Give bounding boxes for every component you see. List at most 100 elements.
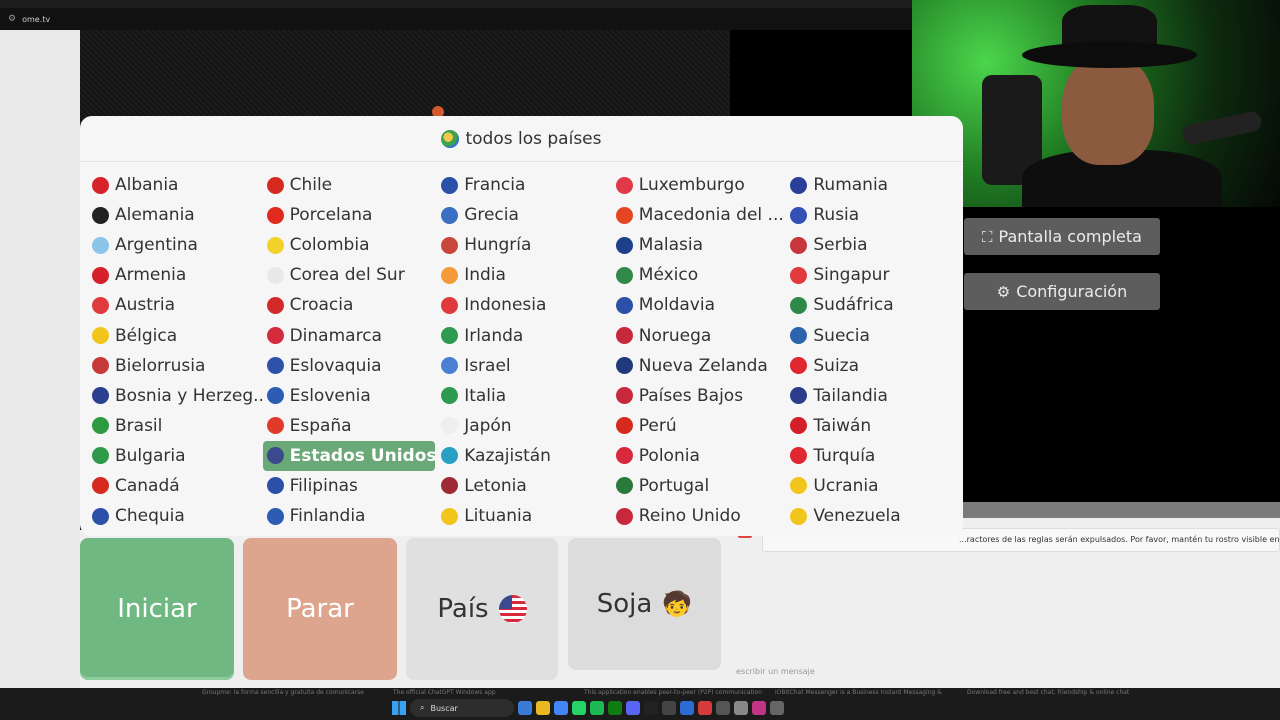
country-option[interactable]: Bulgaria [88,441,263,471]
country-option[interactable]: Japón [437,411,612,441]
all-countries-option[interactable]: todos los países [80,116,963,162]
site-settings-icon[interactable]: ⚙ [8,14,16,24]
country-option[interactable]: Bélgica [88,320,263,350]
address-bar[interactable]: ⚙ ome.tv [0,8,912,30]
country-option[interactable]: Países Bajos [612,381,787,411]
country-option[interactable]: Italia [437,381,612,411]
fullscreen-button[interactable]: ⛶ Pantalla completa [964,218,1160,255]
country-option[interactable]: Rumania [786,170,961,200]
app-icon[interactable] [698,701,712,715]
country-option[interactable]: Chequia [88,501,263,531]
country-option[interactable]: México [612,260,787,290]
flag-icon [441,507,459,525]
country-option[interactable]: Nueva Zelanda [612,351,787,381]
country-option[interactable]: Macedonia del ... [612,200,787,230]
country-option[interactable]: Colombia [263,230,438,260]
windows-start-icon[interactable] [392,701,406,715]
country-option[interactable]: Francia [437,170,612,200]
country-option[interactable]: Venezuela [786,501,961,531]
country-option[interactable]: Suecia [786,320,961,350]
app-icon[interactable] [734,701,748,715]
country-option[interactable]: Singapur [786,260,961,290]
country-option[interactable]: India [437,260,612,290]
country-option[interactable]: Austria [88,290,263,320]
country-label: México [638,265,699,286]
country-option[interactable]: Eslovaquia [263,351,438,381]
country-option[interactable]: Turquía [786,441,961,471]
country-option[interactable]: Canadá [88,471,263,501]
gender-button[interactable]: Soja 🧒 [568,538,721,670]
settings-button[interactable]: ⚙ Configuración [964,273,1160,310]
country-option[interactable]: Estados Unidos [262,440,436,471]
settings-app-icon[interactable] [770,701,784,715]
country-option[interactable]: Corea del Sur [263,260,438,290]
country-option[interactable]: Irlanda [437,320,612,350]
country-option[interactable]: Malasia [612,230,787,260]
flag-icon [615,387,633,405]
all-countries-label: todos los países [465,128,602,149]
file-explorer-icon[interactable] [536,701,550,715]
edge-icon[interactable] [518,701,532,715]
country-option[interactable]: Croacia [263,290,438,320]
country-option[interactable]: Bosnia y Herzeg... [88,381,263,411]
country-label: India [464,265,506,286]
country-option[interactable]: Lituania [437,501,612,531]
country-option[interactable]: Eslovenia [263,381,438,411]
country-option[interactable]: Suiza [786,351,961,381]
xbox-icon[interactable] [608,701,622,715]
country-option[interactable]: Reino Unido [612,501,787,531]
country-option[interactable]: España [263,411,438,441]
country-option[interactable]: Bielorrusia [88,351,263,381]
country-option[interactable]: Alemania [88,200,263,230]
country-option[interactable]: Sudáfrica [786,290,961,320]
page-left-margin [0,30,80,688]
tiktok-icon[interactable] [644,701,658,715]
chat-input[interactable]: escribir un mensaje [736,667,815,676]
country-option[interactable]: Albania [88,170,263,200]
country-option[interactable]: Noruega [612,320,787,350]
app-icon[interactable] [680,701,694,715]
app-icon[interactable] [716,701,730,715]
instagram-icon[interactable] [752,701,766,715]
country-option[interactable]: Finlandia [263,501,438,531]
discord-icon[interactable] [626,701,640,715]
flag-icon [92,387,109,405]
country-option[interactable]: Serbia [786,230,961,260]
whatsapp-icon[interactable] [572,701,586,715]
country-option[interactable]: Armenia [88,260,263,290]
country-label: Lituania [464,506,533,527]
country-option[interactable]: Ucrania [786,471,961,501]
country-option[interactable]: Taiwán [786,411,961,441]
chrome-icon[interactable] [554,701,568,715]
spotify-icon[interactable] [590,701,604,715]
taskbar-search[interactable]: ⌕ Buscar [410,699,514,717]
country-option[interactable]: Argentina [88,230,263,260]
country-option[interactable]: Rusia [786,200,961,230]
stop-button[interactable]: Parar [243,538,397,680]
country-option[interactable]: Portugal [612,471,787,501]
country-label: Eslovenia [289,385,371,406]
start-button[interactable]: Iniciar [80,538,234,680]
country-option[interactable]: Hungría [437,230,612,260]
country-option[interactable]: Tailandia [786,381,961,411]
app-icon[interactable] [662,701,676,715]
country-option[interactable]: Letonia [437,471,612,501]
country-button[interactable]: País [406,538,558,680]
country-option[interactable]: Israel [437,351,612,381]
country-option[interactable]: Polonia [612,441,787,471]
country-option[interactable]: Dinamarca [263,320,438,350]
country-option[interactable]: Indonesia [437,290,612,320]
country-option[interactable]: Perú [612,411,787,441]
country-option[interactable]: Grecia [437,200,612,230]
country-option[interactable]: Moldavia [612,290,787,320]
country-option[interactable]: Porcelana [263,200,438,230]
country-option[interactable]: Chile [263,170,438,200]
country-option[interactable]: Filipinas [263,471,438,501]
country-label: Polonia [638,445,700,466]
flag-icon [266,477,284,495]
country-option[interactable]: Brasil [88,411,263,441]
country-option[interactable]: Kazajistán [437,441,612,471]
country-option[interactable]: Luxemburgo [612,170,787,200]
country-dropdown: todos los países Albania Chile Francia Luxe… [80,116,963,536]
country-label: Irlanda [464,325,524,346]
